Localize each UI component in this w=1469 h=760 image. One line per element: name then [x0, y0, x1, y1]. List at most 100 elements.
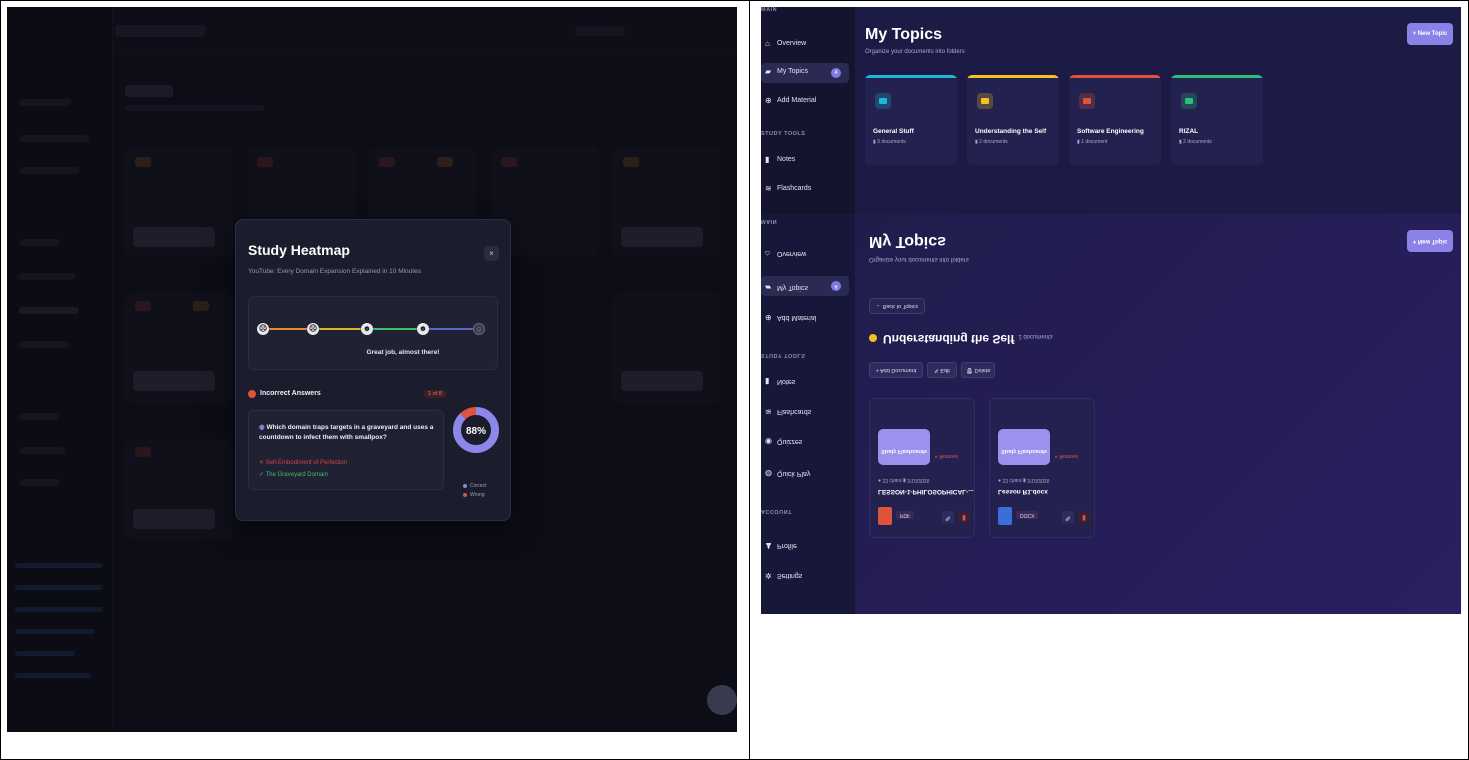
- sidebar-item-label: Settings: [777, 572, 803, 579]
- remove-document-button[interactable]: ✕ Remove: [934, 453, 958, 459]
- pdf-icon: [878, 507, 892, 525]
- topic-count: ▮ 2 documents: [1179, 139, 1212, 145]
- left-screenshot: Study Heatmap YouTube: Every Domain Expa…: [7, 7, 737, 732]
- new-topic-button[interactable]: + New Topic: [1407, 230, 1453, 252]
- document-name: Lesson R1.docx: [998, 488, 1048, 495]
- back-to-topics-button[interactable]: ← Back to Topics: [869, 298, 925, 314]
- topic-detail-view-flipped: MAIN ⌂ Overview ▰ My Topics 4 ⊕ Add Mate…: [761, 214, 1461, 614]
- right-screenshot: MAIN ⌂ Overview ▰ My Topics 4 ⊕ Add Mate…: [761, 7, 1461, 614]
- frame-border-top: [0, 0, 1469, 1]
- topic-name: Understanding the Self: [975, 128, 1047, 135]
- sidebar-item-label: Overview: [777, 40, 807, 47]
- topic-accent: [1069, 75, 1161, 78]
- alert-icon: [248, 390, 256, 398]
- sidebar-item-add-material[interactable]: ⊕ Add Material: [761, 92, 849, 112]
- file-type-tag: PDF: [896, 511, 914, 519]
- topic-name: RIZAL: [1179, 128, 1199, 135]
- page-subtitle: Organize your documents into folders: [865, 49, 965, 55]
- legend-wrong: Wrong: [463, 491, 486, 500]
- sidebar-item-label: Overview: [777, 250, 807, 257]
- question-text: ◉ Which domain traps targets in a gravey…: [259, 423, 439, 443]
- plus-circle-icon: ⊕: [765, 96, 772, 105]
- topic-accent: [865, 75, 957, 78]
- document-icon: ▮: [1077, 139, 1080, 145]
- page-title: My Topics: [865, 26, 943, 43]
- sidebar-item-flashcards[interactable]: ≋ Flashcards: [761, 400, 849, 420]
- document-card[interactable]: PDF ✎ ▮ LESSON-1-PHILOSOPHICAL-... ● 33 …: [869, 398, 975, 538]
- folder-icon: [977, 93, 993, 109]
- sidebar-item-quizzes[interactable]: ◉ Quizzes: [761, 430, 849, 450]
- topic-accent: [967, 75, 1059, 78]
- edit-icon[interactable]: ✎: [942, 511, 954, 523]
- file-type-tag: DOCX: [1016, 511, 1039, 519]
- wrong-answer-label: Self-Embodiment of Perfection: [265, 460, 348, 466]
- delete-topic-button[interactable]: 🗑 Delete: [961, 362, 995, 378]
- sidebar-item-profile[interactable]: ♟ Profile: [761, 534, 849, 554]
- topic-name: General Stuff: [873, 128, 914, 135]
- document-icon: ▮: [1179, 139, 1182, 145]
- add-document-button[interactable]: + Add Document: [869, 362, 923, 378]
- folder-icon: [1181, 93, 1197, 109]
- sidebar-item-flashcards[interactable]: ≋ Flashcards: [761, 180, 849, 200]
- question-label: Which domain traps targets in a graveyar…: [259, 424, 434, 441]
- document-card[interactable]: DOCX ✎ ▮ Lesson R1.docx ● 33 chars ▮ 2/1…: [989, 398, 1095, 538]
- sidebar: MAIN ⌂ Overview ▰ My Topics 4 ⊕ Add Mate…: [761, 214, 855, 614]
- home-icon: ⌂: [765, 249, 770, 258]
- correct-answer: ✓ The Graveyard Domain: [259, 472, 328, 478]
- score-value: 88%: [466, 426, 486, 437]
- journey-segment: [373, 328, 417, 330]
- incorrect-count-badge: 1 of 8: [424, 390, 446, 398]
- topic-card[interactable]: General Stuff ▮ 3 documents: [865, 75, 957, 165]
- sidebar-item-notes[interactable]: ▮ Notes: [761, 151, 849, 171]
- sidebar-item-notes[interactable]: ▮ Notes: [761, 370, 849, 390]
- close-icon[interactable]: ×: [484, 246, 499, 261]
- topic-section-title-label: Understanding the Self: [883, 332, 1015, 346]
- topic-card[interactable]: Understanding the Self ▮ 2 documents: [967, 75, 1059, 165]
- sidebar-section-main: MAIN: [761, 7, 778, 13]
- topics-view: MAIN ⌂ Overview ▰ My Topics 4 ⊕ Add Mate…: [761, 7, 1461, 214]
- document-meta: ● 33 chars ▮ 2/10/2026: [998, 477, 1050, 483]
- new-topic-button[interactable]: + New Topic: [1407, 23, 1453, 45]
- legend-correct: Correct: [463, 482, 486, 491]
- sidebar-item-my-topics[interactable]: ▰ My Topics 4: [761, 276, 849, 296]
- topic-count-label: 2 documents: [1183, 139, 1212, 145]
- sidebar-item-overview[interactable]: ⌂ Overview: [761, 242, 849, 262]
- edit-icon[interactable]: ✎: [1062, 511, 1074, 523]
- file-icon: ▮: [765, 155, 770, 164]
- topic-count: ▮ 1 document: [1077, 139, 1107, 145]
- study-flashcards-button[interactable]: Study Flashcards: [998, 429, 1050, 465]
- sidebar-item-settings[interactable]: ✲ Settings: [761, 564, 849, 584]
- sidebar-item-label: Add Material: [777, 314, 817, 321]
- delete-icon[interactable]: ▮: [1078, 511, 1090, 523]
- floating-action-button[interactable]: [707, 685, 737, 715]
- legend-correct-label: Correct: [470, 483, 487, 489]
- layers-icon: ≋: [765, 407, 772, 416]
- study-flashcards-button[interactable]: Study Flashcards: [878, 429, 930, 465]
- sidebar-item-quick-play[interactable]: ◍ Quick Play: [761, 462, 849, 482]
- face-icon: ☹: [257, 323, 269, 335]
- wrong-answer: ✕ Self-Embodiment of Perfection: [259, 460, 348, 466]
- main-content: My Topics Organize your documents into f…: [855, 214, 1461, 614]
- sidebar-item-overview[interactable]: ⌂ Overview: [761, 35, 849, 55]
- journey-segment: [269, 328, 307, 330]
- topic-card[interactable]: RIZAL ▮ 2 documents: [1171, 75, 1263, 165]
- sidebar-item-label: Flashcards: [777, 185, 812, 192]
- edit-topic-button[interactable]: ✎ Edit: [927, 362, 957, 378]
- study-heatmap-modal: Study Heatmap YouTube: Every Domain Expa…: [235, 219, 511, 521]
- gear-icon: ✲: [765, 571, 772, 580]
- topic-card[interactable]: Software Engineering ▮ 1 document: [1069, 75, 1161, 165]
- folder-icon: ▰: [765, 67, 772, 76]
- sidebar-item-my-topics[interactable]: ▰ My Topics 4: [761, 63, 849, 83]
- remove-document-button[interactable]: ✕ Remove: [1054, 453, 1078, 459]
- delete-icon[interactable]: ▮: [958, 511, 970, 523]
- docx-icon: [998, 507, 1012, 525]
- file-icon: ▮: [765, 377, 770, 386]
- face-icon: ☺: [473, 323, 485, 335]
- incorrect-heading: Incorrect Answers: [260, 390, 321, 397]
- sidebar-section-main: MAIN: [761, 218, 778, 224]
- sidebar-item-add-material[interactable]: ⊕ Add Material: [761, 306, 849, 326]
- face-icon: ☻: [361, 323, 373, 335]
- incorrect-question-card: ◉ Which domain traps targets in a gravey…: [248, 410, 444, 490]
- modal-title: Study Heatmap: [248, 242, 350, 258]
- user-icon: ♟: [765, 541, 773, 550]
